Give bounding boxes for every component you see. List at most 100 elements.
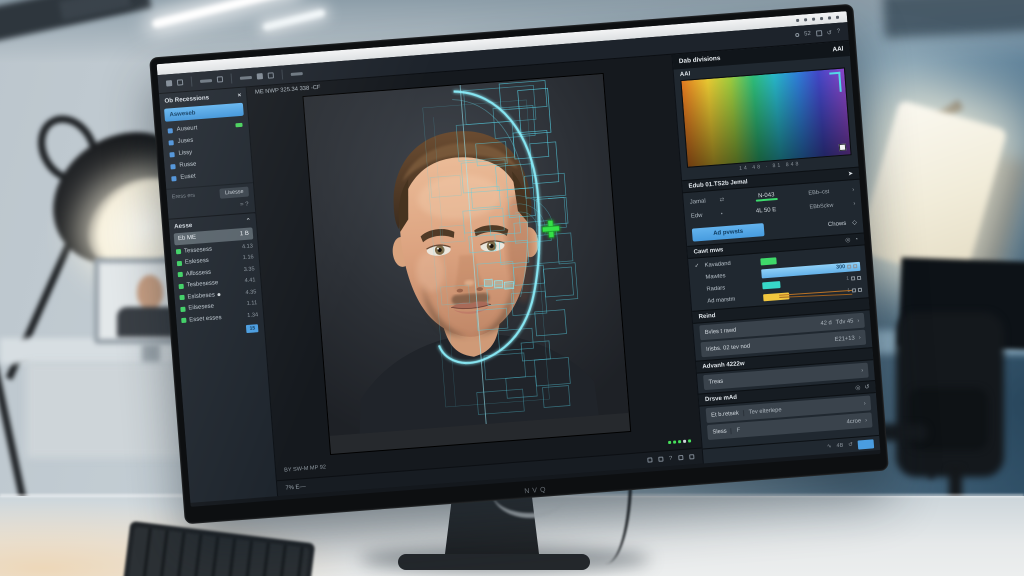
- check-icon[interactable]: ✓: [694, 263, 700, 269]
- slider-green-chip[interactable]: [760, 257, 776, 265]
- spacer: [740, 324, 816, 330]
- slider-end: 1: [846, 275, 861, 282]
- chevron-icon[interactable]: ›: [853, 201, 855, 207]
- field-right: EBbSckw: [809, 201, 849, 210]
- cursor-icon: ➤: [848, 170, 854, 177]
- reset-icon[interactable]: ↺: [848, 442, 853, 448]
- chevron-icon[interactable]: ›: [852, 187, 854, 193]
- brush-tool-icon[interactable]: [257, 73, 263, 79]
- item-label: Lissy: [178, 150, 192, 157]
- mini-box-icon[interactable]: [858, 288, 862, 292]
- layer-value: 4.41: [244, 278, 255, 285]
- status-indicators: [668, 439, 691, 444]
- chevron-icon[interactable]: ›: [861, 367, 863, 373]
- row-value: F: [730, 419, 842, 434]
- statusbar-icon[interactable]: [647, 457, 652, 462]
- mini-box-icon[interactable]: [853, 264, 857, 268]
- window-control-icon[interactable]: [836, 16, 839, 19]
- row-value: Tdv 45: [836, 318, 854, 325]
- window-control-icon[interactable]: [804, 18, 807, 21]
- row-sub: F: [736, 427, 740, 433]
- panel-title: Dab divisions: [679, 55, 721, 65]
- help-icon[interactable]: ?: [837, 29, 841, 35]
- text-tool-icon[interactable]: [268, 72, 274, 78]
- slider-value: 300: [836, 264, 845, 271]
- selection-bracket-icon: [829, 72, 842, 93]
- document-tab[interactable]: ME NWP 325.34 338 -CF: [255, 85, 321, 96]
- item-label: Russe: [179, 161, 196, 168]
- layer-icon: [178, 272, 183, 277]
- row-label: Bvles t rawd: [705, 327, 737, 335]
- confirm-button[interactable]: [858, 439, 875, 449]
- panel-action[interactable]: AAl: [832, 45, 844, 53]
- swatch-icon[interactable]: [839, 144, 847, 152]
- portrait-photo-canvas[interactable]: [304, 74, 631, 454]
- status-icon[interactable]: [795, 33, 799, 37]
- window-control-icon[interactable]: [820, 17, 823, 20]
- monitor: 52 ↺ ? Ob Recessions × Asweseb: [149, 4, 889, 525]
- layout-icon[interactable]: [816, 30, 822, 36]
- layer-icon: [177, 261, 182, 266]
- window-control-icon[interactable]: [828, 16, 831, 19]
- layers-count-badge[interactable]: 15: [246, 324, 258, 333]
- grid-tool-icon[interactable]: [166, 80, 172, 86]
- slider-cyan-chip[interactable]: [762, 281, 780, 289]
- reset-icon[interactable]: ↺: [864, 383, 870, 390]
- menu-item[interactable]: [291, 72, 303, 76]
- item-icon: [168, 140, 173, 145]
- picker-label: AAl: [680, 71, 691, 78]
- item-icon: [171, 176, 176, 181]
- status-badge: [235, 123, 242, 128]
- chevron-icon[interactable]: ›: [858, 335, 860, 341]
- spacer: [727, 371, 857, 381]
- mini-box-icon[interactable]: [851, 276, 855, 280]
- slider-label: Radars: [706, 283, 758, 293]
- menu-item[interactable]: [200, 79, 212, 83]
- mini-box-icon[interactable]: [852, 288, 856, 292]
- undo-icon[interactable]: ↺: [827, 29, 833, 36]
- select-tool-icon[interactable]: [177, 79, 183, 85]
- statusbar-icon[interactable]: [678, 455, 683, 460]
- adjust-icon[interactable]: ◔: [854, 236, 858, 242]
- green-indicator-icon: [673, 440, 676, 443]
- window-control-icon[interactable]: [796, 19, 799, 22]
- layer-value: 1.16: [243, 255, 254, 262]
- color-gradient-picker[interactable]: [680, 67, 851, 167]
- statusbar-icon[interactable]: [689, 454, 694, 459]
- swap-icon[interactable]: ⇄: [719, 197, 724, 203]
- sidebar-footer-button[interactable]: Lisesse: [220, 187, 249, 199]
- row-label: Sless: [712, 428, 727, 435]
- value-text: 4L 50 E: [756, 207, 777, 215]
- layer-value: 4.35: [245, 289, 256, 296]
- chevron-icon[interactable]: ›: [865, 417, 867, 423]
- canvas[interactable]: ME NWP 325.34 338 -CF: [247, 55, 703, 496]
- close-icon[interactable]: ×: [237, 92, 241, 99]
- wave-icon[interactable]: ∿: [827, 444, 832, 450]
- mini-box-icon[interactable]: [857, 276, 861, 280]
- help-icon[interactable]: ?: [669, 455, 673, 461]
- section-title: Drsve mAd: [705, 394, 738, 403]
- crop-tool-icon[interactable]: [217, 76, 223, 82]
- target-icon[interactable]: ◎: [845, 237, 851, 244]
- dot-icon: [218, 293, 221, 296]
- chevron-icon[interactable]: ›: [864, 400, 866, 406]
- apply-button[interactable]: Ad pvwsts: [692, 223, 765, 241]
- toolbar-value: 52: [804, 31, 811, 37]
- chevron-icon[interactable]: ›: [857, 318, 859, 324]
- spacer: [754, 340, 831, 346]
- item-label: Euset: [180, 174, 196, 181]
- zoom-level[interactable]: 7% E––: [285, 484, 306, 492]
- diamond-icon[interactable]: ◇: [852, 219, 857, 226]
- green-indicator-icon: [668, 441, 671, 444]
- field-label: Jamal: [690, 198, 716, 206]
- target-icon[interactable]: ◎: [855, 384, 861, 391]
- window-control-icon[interactable]: [812, 18, 815, 21]
- portrait-photo: [137, 275, 163, 309]
- menu-item[interactable]: [240, 75, 252, 79]
- statusbar-icon[interactable]: [658, 457, 663, 462]
- options-link[interactable]: Chows: [828, 220, 847, 227]
- caret-up-icon[interactable]: ⌃: [245, 217, 251, 224]
- face-wireframe-overlay: [304, 74, 629, 436]
- layer-icon: [179, 284, 184, 289]
- mini-box-icon[interactable]: [847, 265, 851, 269]
